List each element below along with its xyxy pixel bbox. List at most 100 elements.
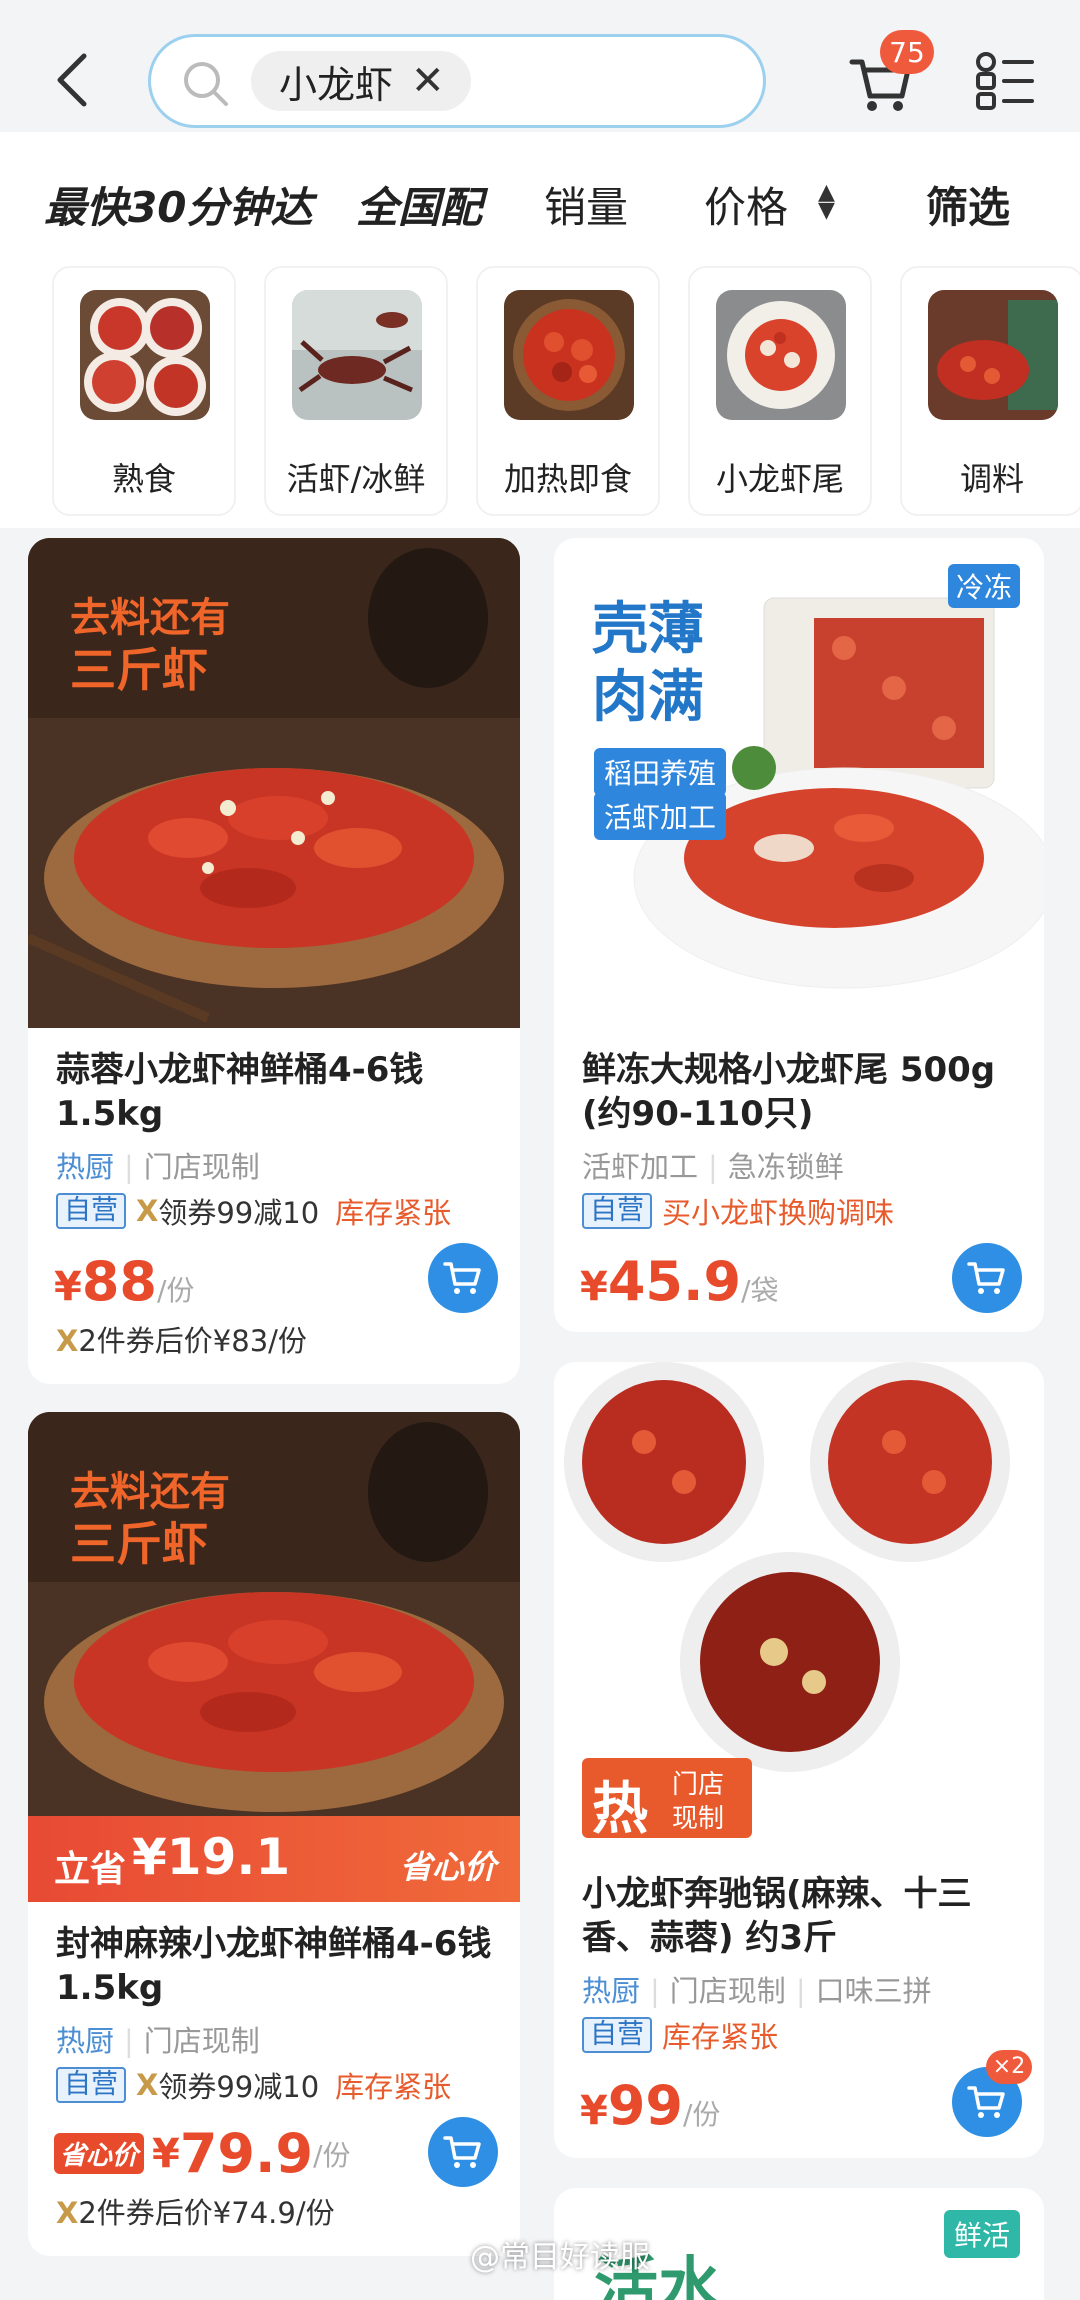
seasoning-image [928,290,1058,420]
after-coupon-price: Ⅹ2件券后价¥83/份 [56,1324,307,1358]
category-seasoning[interactable]: 调料 [900,266,1080,516]
category-label: 调料 [959,460,1024,498]
tag-hot-kitchen: 热厨 [56,1150,115,1184]
product-card[interactable]: 去料还有 三斤虾 蒜蓉小龙虾神鲜桶4-6钱1.5kg 热厨 | 门店现制 自营 Ⅹ … [28,538,520,1384]
cart-icon [967,2086,1005,2118]
product-tags: 热厨 | 门店现制 [56,2024,260,2058]
clear-query-icon[interactable]: ✕ [411,58,445,104]
self-operated-badge: 自营 [56,2067,126,2103]
product-tags: 热厨 | 门店现制 | 口味三拼 [582,1974,932,2008]
coupon-icon: Ⅹ [136,2068,159,2102]
product-title: 封神麻辣小龙虾神鲜桶4-6钱1.5kg [56,1924,492,2008]
search-bar[interactable]: 小龙虾 ✕ [148,34,766,128]
image-label-2: 活虾加工 [594,792,727,840]
crayfish-tail-image [716,290,846,420]
product-tags: 热厨 | 门店现制 [56,1150,260,1184]
search-icon [184,62,228,106]
stock-warning: 库存紧张 [335,1196,452,1230]
image-promo-line2: 肉满 [592,665,704,730]
self-operated-badge: 自营 [582,2017,652,2053]
filter-screen[interactable]: 筛选 [926,174,1010,235]
tag-hot-kitchen: 热厨 [56,2024,115,2058]
add-to-cart-button[interactable] [428,1243,498,1313]
product-title: 蒜蓉小龙虾神鲜桶4-6钱1.5kg [56,1050,424,1134]
category-tail[interactable]: 小龙虾尾 [688,266,872,516]
category-label: 熟食 [111,460,176,498]
product-promos: 自营 买小龙虾换购调味 [582,1190,894,1232]
cart-quantity-badge: ×2 [986,2050,1032,2084]
tag-hot-kitchen: 热厨 [582,1974,641,2008]
product-card[interactable]: 热 门店 现制 小龙虾奔驰锅(麻辣、十三香、蒜蓉) 约3斤 热厨 | 门店现制 | 口味… [554,1362,1044,2158]
filter-national[interactable]: 全国配 [356,174,482,235]
hot-badge-char: 热 [592,1777,648,1842]
hot-badge: 热 门店 现制 [582,1758,752,1842]
tag-store-made: 门店现制 [143,1150,260,1184]
cooked-crayfish-image [80,290,210,420]
cart-icon [967,1262,1005,1294]
product-title: 小龙虾奔驰锅(麻辣、十三香、蒜蓉) 约3斤 [582,1874,972,1958]
cart-icon [443,1262,481,1294]
top-bar: 小龙虾 ✕ 75 [0,0,1080,132]
category-label: 活虾/冰鲜 [286,460,426,498]
image-label-1: 稻田养殖 [594,748,727,796]
tag-store-made: 门店现制 [143,2024,260,2058]
filter-sales[interactable]: 销量 [544,174,628,235]
cart-count-badge: 75 [880,30,934,74]
category-row: 熟食 活虾/冰鲜 加热即食 小龙虾尾 调料 [0,266,1080,528]
tag-store-made: 门店现制 [669,1974,786,2008]
coupon-icon: Ⅹ [136,1194,159,1228]
save-amount: ¥19.1 [132,1828,291,1886]
tag-three-flavors: 口味三拼 [815,1974,932,2008]
category-ready[interactable]: 加热即食 [476,266,660,516]
coupon-icon: Ⅹ [56,2196,79,2230]
product-price: ¥88/份 [54,1250,195,1313]
ready-to-eat-image [504,290,634,420]
self-operated-badge: 自营 [56,1193,126,1229]
category-live[interactable]: 活虾/冰鲜 [264,266,448,516]
filter-bar: 最快30分钟达 全国配 销量 价格 筛选 [0,132,1080,266]
image-promo-line1: 去料还有 [70,1469,230,1515]
product-price: ¥45.9/袋 [580,1250,779,1313]
product-promos: 自营 Ⅹ 领券99减10 库存紧张 [56,2064,451,2106]
product-promos: 自营 Ⅹ 领券99减10 库存紧张 [56,1190,451,1232]
product-tags: 活虾加工 | 急冻锁鲜 [582,1150,844,1184]
add-to-cart-button[interactable] [428,2117,498,2187]
tag-live-process: 活虾加工 [582,1150,699,1184]
add-to-cart-button[interactable] [952,1243,1022,1313]
live-badge: 鲜活 [944,2210,1021,2258]
image-promo-line1: 去料还有 [70,595,230,641]
product-card[interactable]: 去料还有 三斤虾 立省 ¥19.1 省心价 封神麻辣小龙虾神鲜桶4-6钱1.5k… [28,1412,520,2256]
coupon-icon: Ⅹ [56,1324,79,1358]
filter-price[interactable]: 价格 [704,174,788,235]
bundle-promo[interactable]: 买小龙虾换购调味 [662,1190,894,1232]
category-label: 小龙虾尾 [715,460,844,498]
watermark: @常目好读服 [470,2240,650,2275]
heart-price-label: 省心价 [399,1848,496,1886]
tag-quick-freeze: 急冻锁鲜 [727,1150,844,1184]
coupon-text[interactable]: 领券99减10 [158,1190,319,1232]
product-title: 鲜冻大规格小龙虾尾 500g (约90-110只) [582,1050,996,1134]
hot-badge-sub2: 现制 [672,1804,725,1834]
after-coupon-price: Ⅹ2件券后价¥74.9/份 [56,2196,335,2230]
category-menu-icon[interactable] [974,50,1036,112]
save-banner: 立省 ¥19.1 省心价 [28,1816,520,1902]
image-promo-line1: 壳薄 [592,597,704,662]
category-cooked[interactable]: 熟食 [52,266,236,516]
product-card[interactable]: 冷冻 壳薄 肉满 稻田养殖 活虾加工 鲜冻大规格小龙虾尾 500g (约90-1… [554,538,1044,1332]
frozen-badge: 冷冻 [948,564,1021,608]
self-operated-badge: 自营 [582,1193,652,1229]
heart-price-tag: 省心价 [54,2133,145,2174]
product-price: 省心价 ¥79.9/份 [54,2122,351,2185]
stock-warning: 库存紧张 [662,2020,779,2054]
category-label: 加热即食 [503,460,632,498]
image-promo-line2: 三斤虾 [70,1517,208,1571]
product-promos: 自营 库存紧张 [582,2014,778,2056]
back-arrow-icon[interactable] [50,50,94,110]
cart-icon [443,2136,481,2168]
search-query-chip[interactable]: 小龙虾 ✕ [251,51,471,111]
sort-arrows-icon[interactable]: ▲ ▼ [818,182,835,222]
coupon-text[interactable]: 领券99减10 [158,2064,319,2106]
filter-fast-delivery[interactable]: 最快30分钟达 [44,174,312,235]
hot-badge-sub1: 门店 [672,1770,725,1800]
product-price: ¥99/份 [580,2074,721,2137]
